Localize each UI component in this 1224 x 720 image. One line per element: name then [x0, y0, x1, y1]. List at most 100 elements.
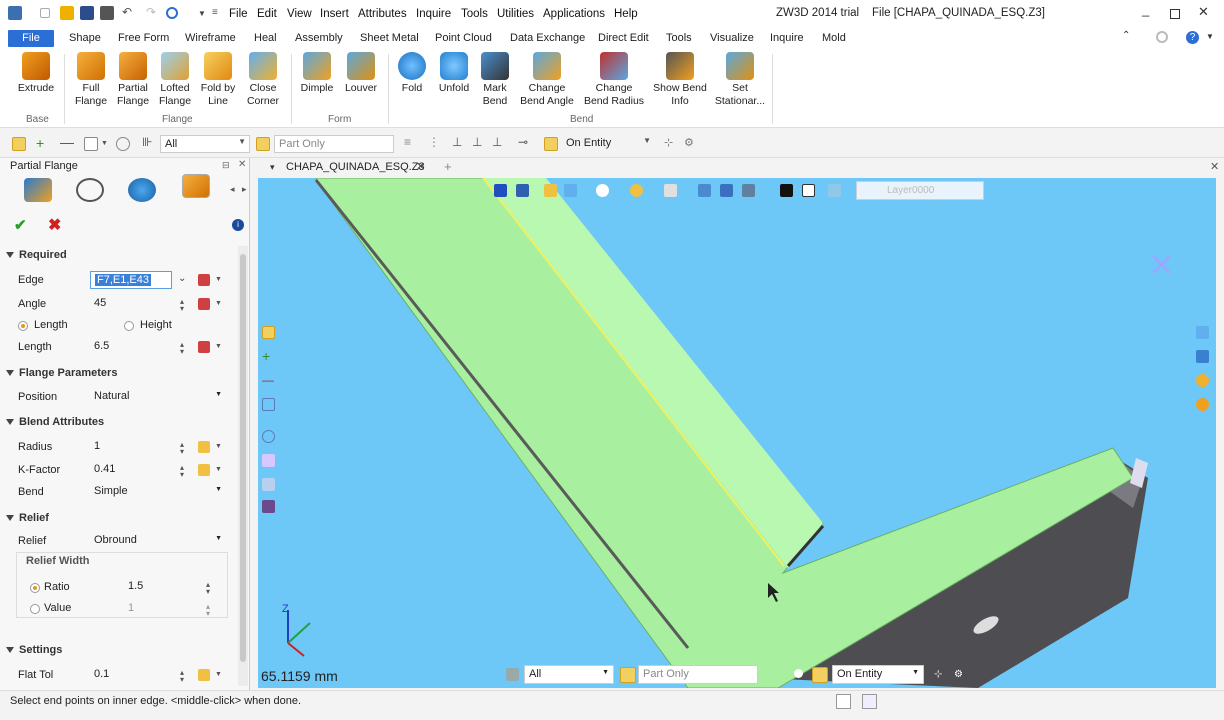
- snap-point-icon[interactable]: ⊹: [664, 136, 678, 150]
- part-scope-icon[interactable]: [256, 137, 270, 151]
- render-icon[interactable]: [630, 184, 643, 197]
- length-field[interactable]: 6.5: [90, 338, 190, 356]
- qa-dropdown-icon[interactable]: ▼: [198, 9, 212, 23]
- show-bend-info-button[interactable]: Show Bend Info: [650, 52, 710, 108]
- vp-snap-settings-icon[interactable]: ⚙: [954, 669, 967, 682]
- section-relief[interactable]: Relief: [6, 512, 238, 532]
- minimize-icon[interactable]: _: [1142, 2, 1149, 17]
- align-icon[interactable]: ≡: [404, 135, 418, 149]
- kfactor-pick-icon[interactable]: [198, 464, 210, 476]
- help-icon[interactable]: ?: [1186, 31, 1199, 44]
- box-select-icon[interactable]: [84, 137, 98, 151]
- redo-icon[interactable]: ↷: [146, 5, 160, 19]
- vp-scope-icon[interactable]: [620, 667, 636, 683]
- mark-bend-button[interactable]: Mark Bend: [476, 52, 514, 108]
- tab-visualize[interactable]: Visualize: [710, 30, 754, 47]
- tab-shape[interactable]: Shape: [69, 30, 101, 47]
- edge-style-icon[interactable]: [828, 184, 841, 197]
- change-bend-angle-button[interactable]: Change Bend Angle: [516, 52, 578, 108]
- settings-icon[interactable]: [1156, 31, 1168, 43]
- menu-tools[interactable]: Tools: [461, 8, 488, 20]
- preview-glasses-icon[interactable]: [76, 178, 104, 202]
- tab-tools[interactable]: Tools: [666, 30, 692, 47]
- value-radio[interactable]: [30, 604, 40, 614]
- ratio-radio[interactable]: [30, 583, 40, 593]
- vp-select-icon[interactable]: [262, 326, 275, 339]
- tab-free-form[interactable]: Free Form: [118, 30, 169, 47]
- menu-attributes[interactable]: Attributes: [358, 8, 407, 20]
- collapse-ribbon-icon[interactable]: ⌃: [1122, 30, 1130, 41]
- angle-field[interactable]: 45: [90, 295, 190, 313]
- list-view-icon[interactable]: [862, 694, 877, 709]
- pick-mode-icon[interactable]: [544, 137, 558, 151]
- 3d-viewport[interactable]: Z Layer0000 + — 65.1159 mm All ▼ Part On…: [258, 178, 1216, 688]
- view-toolbar-icon-3[interactable]: [544, 184, 557, 197]
- cancel-x-icon[interactable]: ✖: [48, 215, 61, 235]
- radius-pick-icon[interactable]: [198, 441, 210, 453]
- menu-view[interactable]: View: [287, 8, 312, 20]
- value-field[interactable]: 1: [124, 600, 214, 618]
- tab-heal[interactable]: Heal: [254, 30, 277, 47]
- distribute-icon[interactable]: ⋮: [428, 135, 442, 149]
- ok-check-icon[interactable]: ✔: [14, 216, 27, 234]
- panel-close-icon[interactable]: ✕: [238, 159, 246, 170]
- checkbox-icon[interactable]: [40, 8, 50, 18]
- help-dropdown-icon[interactable]: ▼: [1206, 32, 1214, 41]
- filter-combo[interactable]: All ▼: [160, 135, 250, 153]
- rotate-icon[interactable]: [742, 184, 755, 197]
- ratio-stepper[interactable]: ▴ ▾: [206, 581, 210, 596]
- vp-add-icon[interactable]: +: [262, 349, 275, 363]
- edge-field[interactable]: F7,E1,E43: [90, 271, 172, 289]
- relief-select[interactable]: Obround ▼: [90, 532, 226, 550]
- view-toolbar-icon-1[interactable]: [494, 184, 507, 197]
- vp-filter-icon-3[interactable]: [262, 500, 275, 513]
- flange-type-icon[interactable]: [24, 178, 52, 202]
- vp-filter-icon[interactable]: [506, 668, 519, 681]
- display-icon[interactable]: [664, 184, 677, 197]
- pick-dropdown-icon[interactable]: ▼: [215, 671, 222, 678]
- filter-icon[interactable]: ⊪: [142, 135, 156, 149]
- view-toolbar-icon-2[interactable]: [516, 184, 529, 197]
- tab-wireframe[interactable]: Wireframe: [185, 30, 236, 47]
- pick-mode-combo[interactable]: On Entity ▼: [562, 135, 654, 153]
- vp-scope-combo[interactable]: Part Only: [638, 665, 758, 684]
- vp-pick-mode-icon[interactable]: [812, 667, 828, 683]
- pick-entity-icon[interactable]: [198, 274, 210, 286]
- full-flange-button[interactable]: Full Flange: [70, 52, 112, 108]
- menu-help[interactable]: Help: [614, 8, 638, 20]
- pick-dropdown-icon[interactable]: ▼: [215, 443, 222, 450]
- menu-applications[interactable]: Applications: [543, 8, 605, 20]
- pan-icon[interactable]: [720, 184, 733, 197]
- maximize-icon[interactable]: [1170, 9, 1180, 19]
- tab-file[interactable]: File: [8, 30, 54, 47]
- angle-stepper[interactable]: ▴ ▾: [180, 298, 184, 313]
- close-icon[interactable]: ✕: [1198, 4, 1209, 20]
- tab-inquire[interactable]: Inquire: [770, 30, 804, 47]
- vp-snap-icon[interactable]: ⊹: [934, 669, 947, 682]
- snap-2-icon[interactable]: ⊥: [472, 135, 486, 149]
- more-icon[interactable]: ≡: [212, 7, 226, 21]
- info-icon[interactable]: i: [232, 219, 244, 231]
- fit-view-icon[interactable]: [698, 184, 711, 197]
- sphere-shade-icon[interactable]: [596, 184, 609, 197]
- panel-pin-icon[interactable]: ⊟: [222, 160, 230, 171]
- vp-filter-icon-2[interactable]: [262, 478, 275, 491]
- close-corner-button[interactable]: Close Corner: [240, 52, 286, 108]
- vp-right-icon-4[interactable]: [1196, 398, 1209, 411]
- kfactor-stepper[interactable]: ▴ ▾: [180, 464, 184, 479]
- refresh-icon[interactable]: [166, 7, 178, 19]
- vp-pick-mode-combo[interactable]: On Entity ▼: [832, 665, 924, 684]
- fold-by-line-button[interactable]: Fold by Line: [196, 52, 240, 108]
- select-arrow-icon[interactable]: [12, 137, 26, 151]
- undo-icon[interactable]: ↶: [122, 5, 136, 19]
- doc-tab-chapa[interactable]: CHAPA_QUINADA_ESQ.Z3: [286, 161, 425, 173]
- partial-flange-button[interactable]: Partial Flange: [112, 52, 154, 108]
- ratio-field[interactable]: 1.5: [124, 578, 214, 596]
- bend-select[interactable]: Simple ▼: [90, 483, 226, 501]
- scroll-left-icon[interactable]: ◂: [230, 184, 235, 195]
- expand-chevrons-icon[interactable]: ⌄: [178, 273, 186, 284]
- vp-filter-icon-1[interactable]: [262, 454, 275, 467]
- angle-pick-icon[interactable]: [198, 298, 210, 310]
- section-blend-attributes[interactable]: Blend Attributes: [6, 416, 238, 436]
- snap-3-icon[interactable]: ⊥: [492, 135, 506, 149]
